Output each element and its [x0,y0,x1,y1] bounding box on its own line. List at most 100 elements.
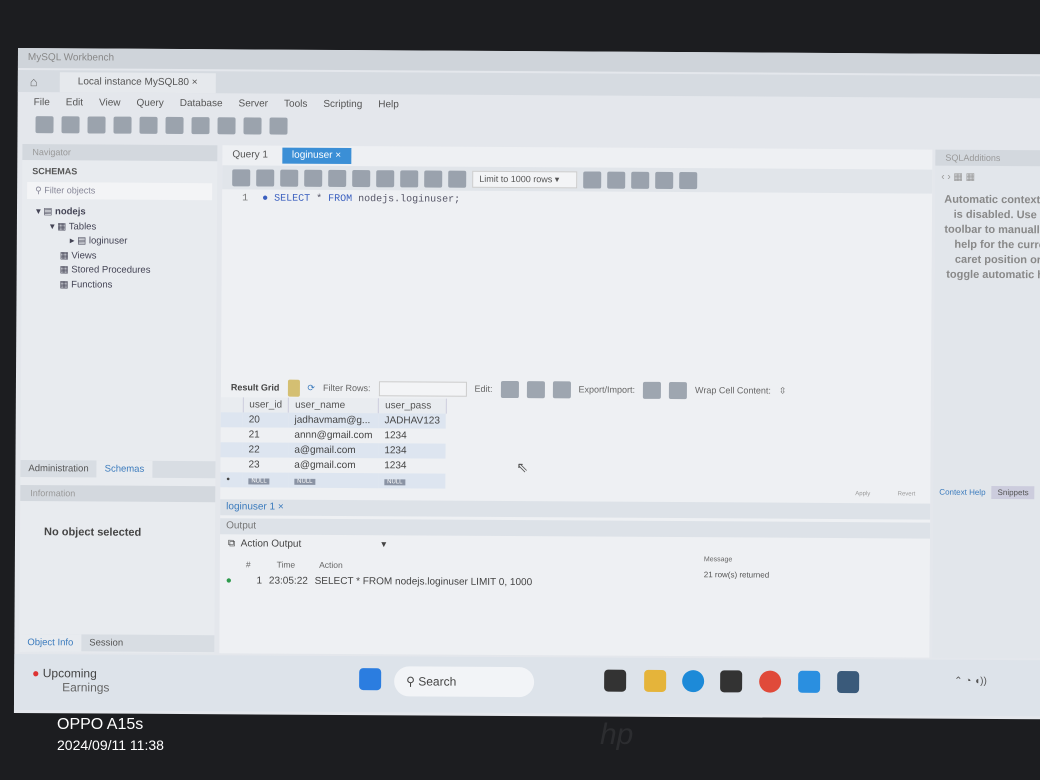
tab-object-info[interactable]: Object Info [19,634,82,652]
filter-input[interactable]: ⚲ Filter objects [27,182,213,201]
main-toolbar [35,116,288,140]
vscode-icon[interactable] [798,670,821,693]
create-view-icon[interactable] [165,116,184,135]
add-row-icon[interactable] [526,380,545,398]
refresh-icon[interactable]: ⟳ [307,382,315,393]
commit-icon[interactable] [400,169,419,187]
new-sql-tab-icon[interactable] [35,116,54,134]
chrome-icon[interactable] [759,670,782,693]
explain-icon[interactable] [328,169,347,187]
store-icon[interactable] [720,670,743,693]
menu-server[interactable]: Server [239,98,269,110]
wrap-cell-icon[interactable]: ⇳ [779,385,787,396]
windows-start-icon[interactable] [359,668,382,691]
tab-schemas[interactable]: Schemas [96,460,153,478]
import-icon[interactable] [668,381,688,399]
menu-query[interactable]: Query [136,98,163,110]
system-tray-icon[interactable]: ⌃ ◔ ◖)) [954,676,987,687]
home-icon[interactable]: ⌂ [30,74,38,89]
autocommit-icon[interactable] [448,170,467,188]
connection-tab[interactable]: Local instance MySQL80 × [59,72,216,94]
tree-functions[interactable]: ▦ Functions [36,278,203,294]
output-row[interactable]: ● 1 23:05:22 SELECT * FROM nodejs.loginu… [226,575,532,588]
weather-widget[interactable]: ● Upcoming Earnings [32,666,110,694]
menu-help[interactable]: Help [378,99,399,111]
create-procedure-icon[interactable] [191,117,210,135]
tree-views[interactable]: ▦ Views [36,249,203,265]
menu-scripting[interactable]: Scripting [323,99,362,111]
taskbar-search[interactable]: ⚲ Search [394,666,535,698]
bookmark-icon[interactable] [583,170,602,189]
file-explorer-icon[interactable] [644,669,667,692]
execute-current-icon[interactable] [304,169,323,187]
reconnect-icon[interactable] [269,117,288,135]
copy-icon: ⧉ [227,538,236,550]
action-output-select[interactable]: ⧉ Action Output ▾ [228,538,386,550]
menu-view[interactable]: View [99,97,121,109]
create-schema-icon[interactable] [113,116,132,134]
connection-tab-label: Local instance MySQL80 [77,76,189,89]
grid-icon[interactable] [287,379,300,397]
tab-context-help[interactable]: Context Help [933,486,991,499]
edit-label: Edit: [474,383,493,394]
create-function-icon[interactable] [217,117,236,135]
result-grid-label[interactable]: Result Grid [231,382,280,392]
apply-button[interactable]: Apply [855,491,870,497]
tab-loginuser[interactable]: loginuser × [281,147,352,165]
inspector-icon[interactable] [87,116,106,134]
table-row[interactable]: 20 jadhavmam@g... JADHAV123 [220,412,446,429]
tab-session[interactable]: Session [81,634,131,651]
edit-row-icon[interactable] [500,380,519,398]
no-object-selected: No object selected [44,526,142,539]
table-row[interactable]: 23 a@gmail.com 1234 [220,457,445,473]
tab-administration[interactable]: Administration [20,460,96,477]
information-header: Information [20,485,216,503]
find-icon[interactable] [631,171,650,189]
save-icon[interactable] [256,168,275,187]
tree-table-loginuser[interactable]: ▸ ▤ loginuser [36,234,203,250]
tab-snippets[interactable]: Snippets [991,485,1035,500]
navigator-header: Navigator [22,144,218,162]
result-tab[interactable]: loginuser 1 × [220,499,931,520]
task-view-icon[interactable] [604,669,627,692]
rollback-icon[interactable] [424,169,443,188]
delete-row-icon[interactable] [552,380,571,398]
menu-edit[interactable]: Edit [66,97,83,109]
create-table-icon[interactable] [139,116,158,134]
taskbar: ● Upcoming Earnings ⚲ Search ⌃ ◔ ◖)) [13,653,1040,717]
help-nav-toolbar[interactable]: ‹ › ▦ ▦ [935,166,1040,190]
limit-rows-select[interactable]: Limit to 1000 rows ▾ [472,170,578,188]
table-row[interactable]: 22 a@gmail.com 1234 [220,442,446,459]
filter-rows-input[interactable] [378,380,467,397]
beautify-icon[interactable] [607,171,626,189]
revert-button[interactable]: Revert [898,491,916,497]
column-header[interactable]: user_name [288,397,379,414]
close-icon[interactable]: × [192,77,198,88]
column-header[interactable]: user_id [242,397,289,413]
sql-editor[interactable]: 1 ● SELECT * FROM nodejs.loginuser; [242,193,460,205]
open-file-icon[interactable] [232,168,251,186]
menu-database[interactable]: Database [180,98,223,110]
schemas-label: SCHEMAS [32,166,78,177]
navigator-panel: Navigator SCHEMAS ⚲ Filter objects ▾ ▤ n… [19,144,218,654]
search-table-icon[interactable] [243,117,262,135]
column-header[interactable]: user_pass [378,398,447,414]
menu-file[interactable]: File [34,97,50,109]
execute-icon[interactable] [280,169,299,187]
wrap-icon[interactable] [679,171,698,189]
edge-icon[interactable] [682,670,705,693]
table-row[interactable]: 21 annn@gmail.com 1234 [221,427,446,443]
open-sql-icon[interactable] [61,116,80,134]
screen: MySQL Workbench ⌂ Local instance MySQL80… [13,48,1040,720]
invisible-chars-icon[interactable] [655,171,674,189]
tree-stored-procedures[interactable]: ▦ Stored Procedures [36,263,203,279]
schema-nodejs[interactable]: ▾ ▤ nodejs [36,205,203,221]
tree-tables[interactable]: ▾ ▦ Tables [36,220,203,236]
toggle-error-icon[interactable] [376,169,395,187]
mysql-workbench-icon[interactable] [837,671,860,694]
export-icon[interactable] [642,381,662,399]
menu-tools[interactable]: Tools [284,99,307,111]
stop-icon[interactable] [352,169,371,187]
tab-query-1[interactable]: Query 1 [222,147,278,163]
new-row[interactable]: • NULL NULL NULL [220,472,446,489]
